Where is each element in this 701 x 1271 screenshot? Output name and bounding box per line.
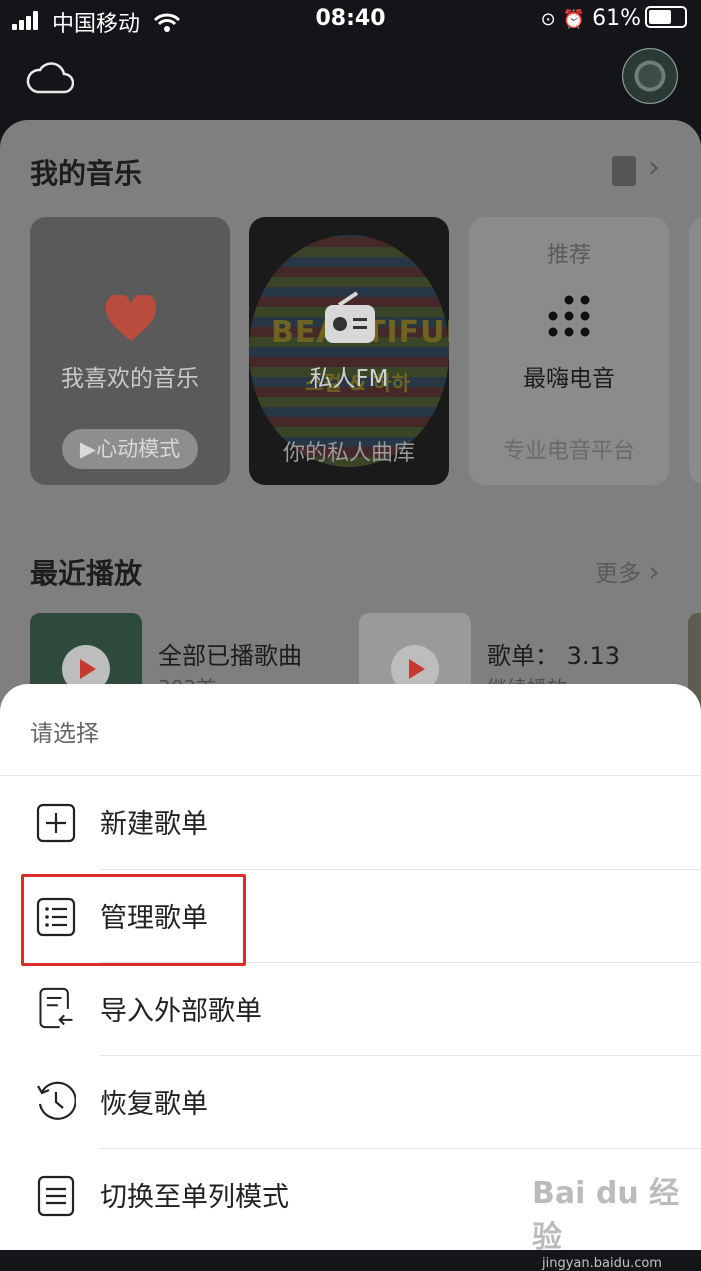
avatar[interactable] [622, 48, 678, 104]
recent-title: 最近播放 [30, 557, 143, 590]
heartbeat-mode-button[interactable]: ▶心动模式 [62, 429, 198, 469]
fm-cover-art [249, 235, 449, 467]
menu-item-label: 切换至单列模式 [100, 1182, 289, 1213]
tile-label: 私人FM [309, 366, 389, 392]
cloud-icon[interactable] [26, 58, 74, 98]
chevron-right-icon[interactable]: › [648, 150, 660, 185]
tile-sub: 你的私人曲库 [282, 441, 415, 466]
action-sheet: 请选择 新建歌单 管理歌单 导入外部歌单 恢复歌单 切换至单列模式 [0, 684, 701, 1250]
sheet-header: 请选择 [30, 721, 99, 747]
recent-more-link[interactable]: 更多 › [595, 554, 660, 588]
watermark: Bai du 经验 jingyan.baidu.com [532, 1176, 680, 1271]
history-icon [37, 1081, 76, 1120]
tile-liked-music[interactable]: 我喜欢的音乐 ▶心动模式 [30, 217, 230, 485]
menu-item-new-playlist[interactable]: 新建歌单 [0, 776, 701, 869]
status-bar: 中国移动 08:40 ⊙ ⏰ 61% [0, 0, 701, 40]
import-icon [39, 987, 73, 1029]
single-column-icon [37, 1175, 75, 1217]
tile-label: 最嗨电音 [523, 366, 615, 392]
my-music-title: 我的音乐 [30, 157, 143, 190]
battery-icon [645, 6, 687, 28]
tile-private-fm[interactable]: BEAUTIFUL 스컬 & 하하 私人FM 你的私人曲库 [249, 217, 449, 485]
battery-percent: 61% [592, 6, 641, 31]
recent-item-title: 全部已播歌曲 [158, 642, 302, 670]
tile-label: 我喜欢的音乐 [61, 366, 199, 392]
tile-sub: 专业电音平台 [502, 439, 635, 464]
menu-item-label: 导入外部歌单 [100, 996, 262, 1027]
menu-item-import-playlist[interactable]: 导入外部歌单 [0, 963, 701, 1056]
tile-top: 推荐 [546, 243, 591, 268]
tile-edm[interactable]: 推荐 最嗨电音 专业电音平台 [469, 217, 669, 485]
radio-icon [325, 291, 375, 343]
notebook-icon[interactable] [612, 156, 636, 186]
rotation-lock-icon: ⊙ [540, 9, 556, 30]
plus-square-icon [36, 803, 76, 843]
heart-icon [105, 295, 157, 341]
status-right: ⊙ ⏰ 61% [541, 6, 687, 31]
tile-next-peek [689, 217, 701, 485]
menu-item-label: 恢复歌单 [100, 1089, 208, 1120]
dots-icon [548, 295, 590, 337]
highlight-box [21, 874, 246, 966]
recent-item-title: 歌单： 3.13 [487, 642, 621, 670]
menu-item-label: 新建歌单 [100, 809, 208, 840]
menu-item-restore-playlist[interactable]: 恢复歌单 [0, 1056, 701, 1149]
alarm-icon: ⏰ [562, 9, 586, 30]
